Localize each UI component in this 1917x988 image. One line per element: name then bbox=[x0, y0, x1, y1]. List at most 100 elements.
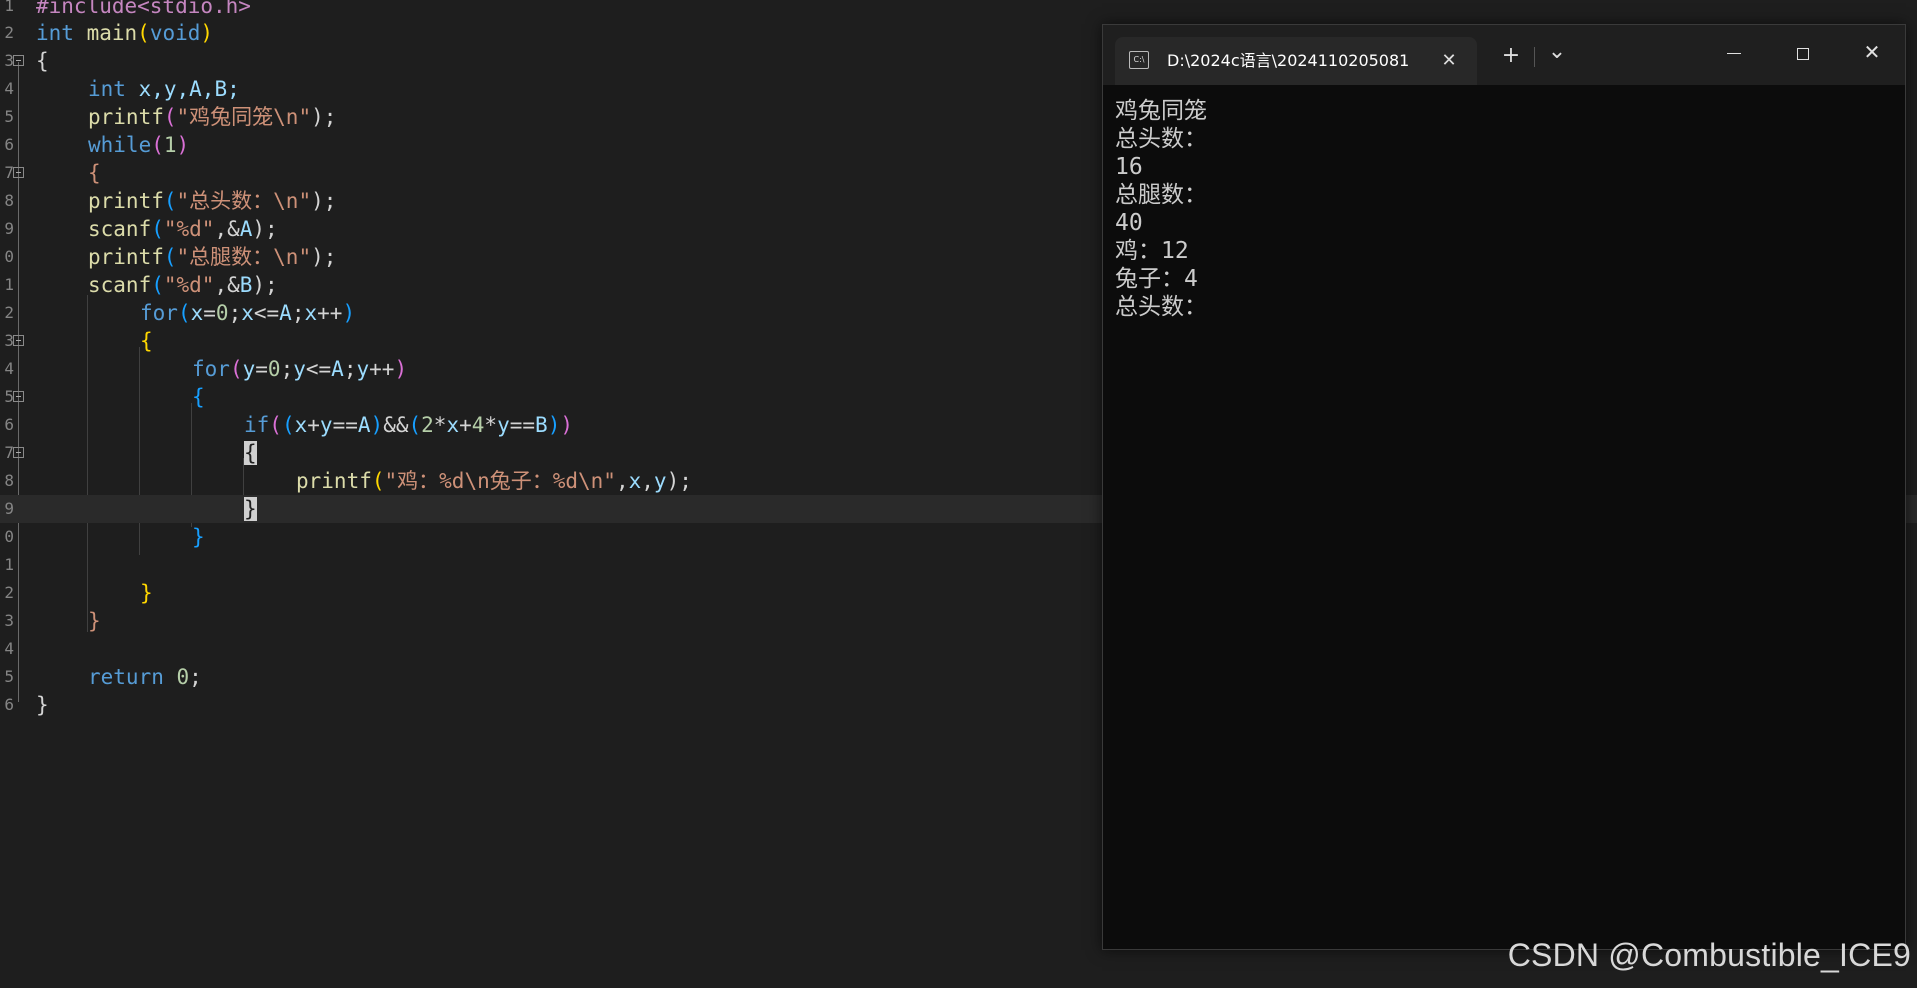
keyword: return bbox=[88, 665, 164, 689]
operator: + bbox=[459, 413, 472, 437]
code-text: } bbox=[192, 523, 205, 551]
line-number: 5 bbox=[4, 107, 14, 126]
code-text: while(1) bbox=[88, 131, 189, 159]
code-text: printf("总头数：\n"); bbox=[88, 187, 336, 215]
code-text: { bbox=[244, 439, 257, 467]
line-number: 7 bbox=[4, 443, 14, 462]
fold-toggle-icon[interactable] bbox=[13, 447, 24, 458]
punctuation: ; bbox=[228, 301, 242, 325]
keyword: int bbox=[36, 21, 74, 45]
line-number: 2 bbox=[4, 583, 14, 602]
line-number: 5 bbox=[4, 667, 14, 686]
terminal-output-line: 40 bbox=[1115, 210, 1143, 236]
minimize-icon bbox=[1727, 53, 1741, 54]
watermark: CSDN @Combustible_ICE9 bbox=[1507, 937, 1911, 973]
punctuation: , bbox=[615, 469, 629, 493]
operator: == bbox=[332, 413, 358, 437]
preprocessor-directive: #include<stdio.h> bbox=[36, 0, 251, 18]
variable: x bbox=[190, 301, 204, 325]
function-name: scanf bbox=[88, 217, 152, 241]
terminal-tab[interactable]: C:\ D:\2024c语言\2024110205081 ✕ bbox=[1115, 37, 1477, 85]
code-text: int main(void) bbox=[36, 19, 213, 47]
line-number: 1 bbox=[4, 275, 14, 294]
line-number: 8 bbox=[4, 471, 14, 490]
number-literal: 1 bbox=[163, 133, 177, 157]
variable: y bbox=[356, 357, 370, 381]
variable: y bbox=[497, 413, 510, 437]
variable: A bbox=[331, 357, 344, 381]
terminal-window[interactable]: C:\ D:\2024c语言\2024110205081 ✕ + ⌄ ✕ 鸡兔同… bbox=[1102, 24, 1906, 950]
tab-close-icon[interactable]: ✕ bbox=[1435, 47, 1463, 75]
punctuation: ); bbox=[311, 189, 337, 213]
terminal-output-line: 兔子：4 bbox=[1115, 266, 1198, 292]
line-number: 9 bbox=[4, 499, 14, 518]
variable: x bbox=[294, 413, 308, 437]
punctuation: ; bbox=[343, 357, 357, 381]
line-number: 0 bbox=[4, 527, 14, 546]
bracket: ) bbox=[560, 413, 573, 437]
code-text: { bbox=[140, 327, 153, 355]
bracket: ( bbox=[281, 413, 295, 437]
bracket: ( bbox=[229, 357, 243, 381]
line-number: 6 bbox=[4, 415, 14, 434]
minimize-button[interactable] bbox=[1707, 31, 1761, 73]
variable: y bbox=[319, 413, 333, 437]
operator: + bbox=[307, 413, 320, 437]
function-name: printf bbox=[88, 245, 164, 269]
operator: <= bbox=[305, 357, 332, 381]
brace: } bbox=[36, 693, 49, 717]
code-text: if((x+y==A)&&(2*x+4*y==B)) bbox=[244, 411, 573, 439]
tab-title: D:\2024c语言\2024110205081 bbox=[1167, 51, 1410, 70]
variable: y bbox=[653, 469, 667, 493]
number-literal: 0 bbox=[267, 357, 281, 381]
code-text: } bbox=[244, 495, 257, 523]
terminal-output-line: 16 bbox=[1115, 154, 1143, 180]
dropdown-chevron-icon[interactable]: ⌄ bbox=[1539, 35, 1575, 69]
code-text: { bbox=[36, 47, 49, 75]
matched-brace: } bbox=[244, 497, 257, 521]
maximize-button[interactable] bbox=[1776, 31, 1830, 73]
keyword: void bbox=[149, 21, 201, 45]
code-text: printf("鸡：%d\n兔子：%d\n",x,y); bbox=[296, 467, 692, 495]
terminal-output-line: 鸡：12 bbox=[1115, 238, 1189, 264]
code-text: scanf("%d",&A); bbox=[88, 215, 278, 243]
string-literal: "总头数：\n" bbox=[176, 189, 312, 213]
brace: { bbox=[88, 161, 101, 185]
function-name: printf bbox=[296, 469, 372, 493]
new-tab-button[interactable]: + bbox=[1493, 39, 1529, 73]
variable: A bbox=[279, 301, 292, 325]
code-text: for(x=0;x<=A;x++) bbox=[140, 299, 355, 327]
bracket: ( bbox=[151, 273, 164, 297]
number-literal: 4 bbox=[471, 413, 485, 437]
punctuation: ); bbox=[311, 105, 337, 129]
variable: y bbox=[242, 357, 256, 381]
fold-toggle-icon[interactable] bbox=[13, 335, 24, 346]
number-literal: 0 bbox=[215, 301, 229, 325]
string-literal: "鸡兔同笼\n" bbox=[176, 105, 312, 129]
fold-toggle-icon[interactable] bbox=[13, 391, 24, 402]
operator: * bbox=[433, 413, 447, 437]
fold-toggle-icon[interactable] bbox=[13, 167, 24, 178]
terminal-output-line: 总头数： bbox=[1115, 126, 1207, 152]
fold-toggle-icon[interactable] bbox=[13, 55, 24, 66]
function-name: printf bbox=[88, 105, 164, 129]
punctuation: ); bbox=[311, 245, 337, 269]
variable: x bbox=[304, 301, 318, 325]
code-text: { bbox=[192, 383, 205, 411]
terminal-output-line: 总头数： bbox=[1115, 294, 1207, 320]
line-number: 2 bbox=[4, 23, 14, 42]
close-window-button[interactable]: ✕ bbox=[1845, 31, 1899, 73]
terminal-titlebar[interactable]: C:\ D:\2024c语言\2024110205081 ✕ + ⌄ ✕ bbox=[1103, 25, 1905, 85]
string-literal: "%d" bbox=[163, 273, 215, 297]
line-number: 0 bbox=[4, 247, 14, 266]
code-text: #include<stdio.h> bbox=[36, 0, 251, 20]
operator: = bbox=[255, 357, 268, 381]
bracket: ( bbox=[408, 413, 422, 437]
keyword: for bbox=[192, 357, 230, 381]
variable: B bbox=[535, 413, 548, 437]
brace: { bbox=[36, 49, 49, 73]
variable: y bbox=[293, 357, 306, 381]
code-text: } bbox=[88, 607, 101, 635]
bracket: ) bbox=[370, 413, 384, 437]
variable: x bbox=[241, 301, 254, 325]
